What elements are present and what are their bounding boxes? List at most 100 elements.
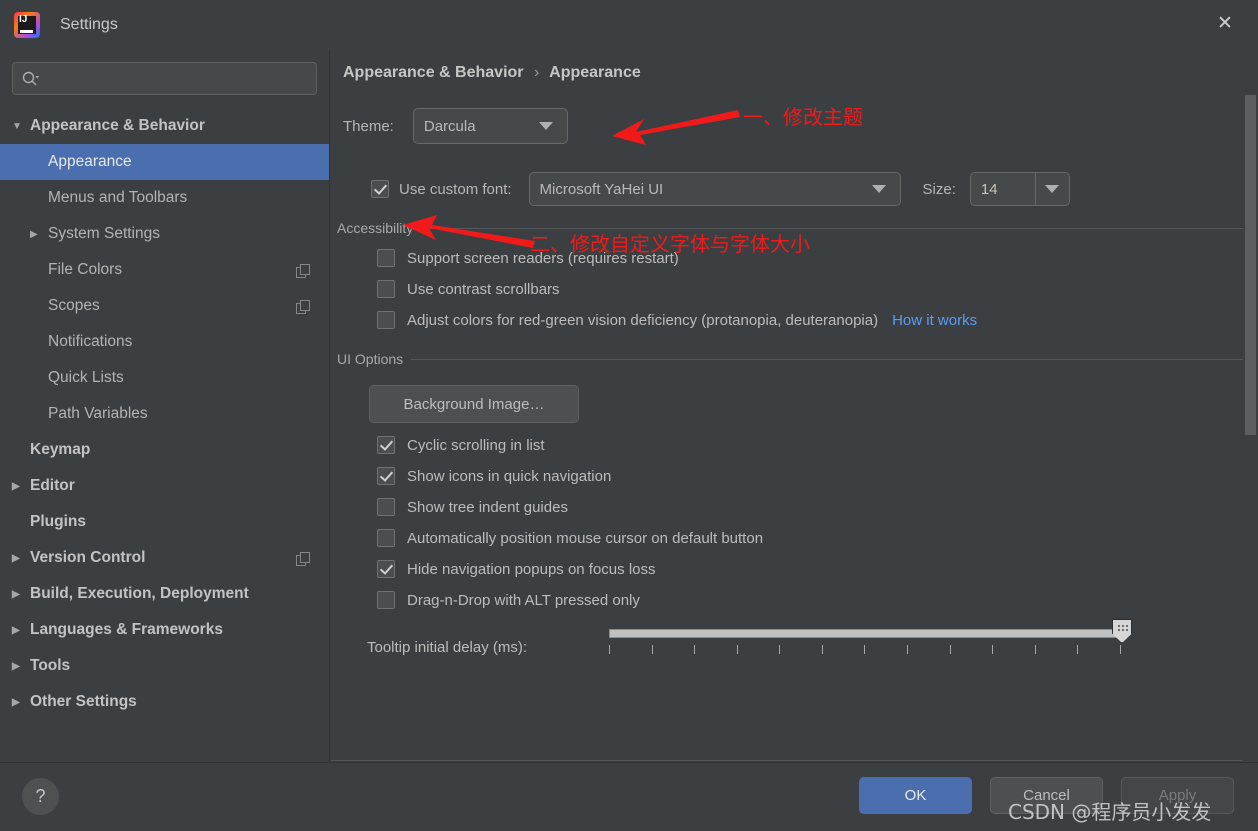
sidebar-item-label: System Settings (48, 225, 160, 242)
slider-tick (736, 645, 738, 654)
accessibility-option-row[interactable]: Use contrast scrollbars (377, 280, 1258, 298)
chevron-right-icon[interactable] (12, 481, 30, 492)
copy-icon[interactable] (296, 551, 310, 566)
ui-options-checkbox[interactable] (377, 529, 395, 547)
chevron-right-icon[interactable] (12, 661, 30, 672)
sidebar-item-languages-frameworks[interactable]: Languages & Frameworks (0, 612, 329, 648)
sidebar-item-other-settings[interactable]: Other Settings (0, 684, 329, 720)
how-it-works-link[interactable]: How it works (892, 312, 977, 329)
sidebar-item-label: File Colors (48, 261, 123, 278)
ui-options-checkbox[interactable] (377, 560, 395, 578)
settings-dialog: Settings ✕ Appearance & BehaviorAppearan… (0, 0, 1258, 831)
main-scrollbar-thumb[interactable] (1245, 95, 1256, 435)
ui-options-option-label: Hide navigation popups on focus loss (407, 560, 656, 578)
sidebar-item-label: Build, Execution, Deployment (30, 585, 249, 602)
chevron-right-icon[interactable] (12, 625, 30, 636)
breadcrumb-separator-icon: › (533, 64, 540, 81)
tooltip-delay-row: Tooltip initial delay (ms): (337, 619, 1258, 665)
ui-options-option-row[interactable]: Cyclic scrolling in list (377, 436, 1258, 454)
chevron-right-icon[interactable] (30, 229, 48, 240)
sidebar-item-appearance[interactable]: Appearance (0, 144, 329, 180)
cancel-button[interactable]: Cancel (990, 777, 1103, 814)
chevron-right-icon[interactable] (12, 553, 30, 564)
sidebar-item-system-settings[interactable]: System Settings (0, 216, 329, 252)
breadcrumb-leaf: Appearance (549, 64, 641, 81)
chevron-down-icon[interactable] (12, 121, 30, 132)
ui-options-option-row[interactable]: Show tree indent guides (377, 498, 1258, 516)
slider-tick (949, 645, 951, 654)
ui-options-option-label: Drag-n-Drop with ALT pressed only (407, 591, 640, 609)
chevron-right-icon[interactable] (12, 589, 30, 600)
main-scrollbar[interactable] (1243, 50, 1258, 762)
slider-tick (1077, 645, 1079, 654)
font-size-label: Size: (922, 180, 956, 198)
slider-tick (821, 645, 823, 654)
slider-tick (694, 645, 696, 654)
search-icon (22, 71, 39, 85)
ui-options-checkbox[interactable] (377, 591, 395, 609)
sidebar-item-label: Scopes (48, 297, 100, 314)
chevron-right-icon[interactable] (12, 697, 30, 708)
tooltip-delay-label: Tooltip initial delay (ms): (367, 639, 528, 656)
theme-row: Theme: Darcula (343, 108, 1258, 144)
use-custom-font-checkbox[interactable] (371, 180, 389, 198)
breadcrumb-root[interactable]: Appearance & Behavior (343, 64, 524, 81)
section-divider (411, 358, 1244, 360)
accessibility-checkbox[interactable] (377, 280, 395, 298)
sidebar-item-quick-lists[interactable]: Quick Lists (0, 360, 329, 396)
slider-tick (992, 645, 994, 654)
font-size-value: 14 (980, 180, 998, 198)
apply-button[interactable]: Apply (1121, 777, 1234, 814)
sidebar-item-scopes[interactable]: Scopes (0, 288, 329, 324)
tooltip-delay-slider-track[interactable] (609, 629, 1117, 638)
ui-options-option-row[interactable]: Hide navigation popups on focus loss (377, 560, 1258, 578)
ui-options-checkbox[interactable] (377, 498, 395, 516)
sidebar-item-plugins[interactable]: Plugins (0, 504, 329, 540)
copy-icon[interactable] (296, 299, 310, 314)
font-size-dropdown-button[interactable] (1034, 173, 1069, 205)
slider-tick (779, 645, 781, 654)
ui-options-option-row[interactable]: Drag-n-Drop with ALT pressed only (377, 591, 1258, 609)
slider-tick (609, 645, 610, 654)
sidebar-item-menus-and-toolbars[interactable]: Menus and Toolbars (0, 180, 329, 216)
ok-button[interactable]: OK (859, 777, 972, 814)
close-icon[interactable]: ✕ (1208, 8, 1242, 38)
question-mark-icon[interactable]: ? (22, 778, 59, 815)
sidebar-item-notifications[interactable]: Notifications (0, 324, 329, 360)
font-family-value: Microsoft YaHei UI (539, 180, 664, 198)
search-box[interactable] (12, 62, 317, 95)
slider-tick (1119, 645, 1121, 654)
main-bottom-divider (331, 760, 1258, 761)
ui-options-option-row[interactable]: Show icons in quick navigation (377, 467, 1258, 485)
font-family-select[interactable]: Microsoft YaHei UI (528, 172, 901, 206)
accessibility-option-row[interactable]: Adjust colors for red-green vision defic… (377, 311, 1258, 329)
sidebar-item-editor[interactable]: Editor (0, 468, 329, 504)
sidebar-item-tools[interactable]: Tools (0, 648, 329, 684)
sidebar-item-appearance-behavior[interactable]: Appearance & Behavior (0, 108, 329, 144)
accessibility-checkbox[interactable] (377, 311, 395, 329)
intellij-idea-logo-icon (14, 12, 40, 38)
font-size-select[interactable]: 14 (969, 172, 1070, 206)
accessibility-checkbox[interactable] (377, 249, 395, 267)
sidebar-item-keymap[interactable]: Keymap (0, 432, 329, 468)
custom-font-row: Use custom font: Microsoft YaHei UI Size… (371, 172, 1258, 206)
sidebar-item-file-colors[interactable]: File Colors (0, 252, 329, 288)
sidebar-item-path-variables[interactable]: Path Variables (0, 396, 329, 432)
theme-select[interactable]: Darcula (412, 108, 568, 144)
search-input[interactable] (43, 69, 308, 88)
sidebar-item-version-control[interactable]: Version Control (0, 540, 329, 576)
accessibility-option-row[interactable]: Support screen readers (requires restart… (377, 249, 1258, 267)
accessibility-section-title: Accessibility (337, 220, 414, 236)
settings-tree: Appearance & Behavior Appearance Menus and… (0, 108, 329, 720)
window-title: Settings (60, 16, 118, 33)
sidebar-item-build-execution-deployment[interactable]: Build, Execution, Deployment (0, 576, 329, 612)
ui-options-checkbox[interactable] (377, 436, 395, 454)
slider-tick (864, 645, 866, 654)
tooltip-delay-slider-thumb[interactable] (1112, 619, 1132, 643)
chevron-down-icon (871, 185, 886, 193)
ui-options-option-row[interactable]: Automatically position mouse cursor on d… (377, 529, 1258, 547)
background-image-button[interactable]: Background Image… (369, 385, 579, 423)
ui-options-checkbox[interactable] (377, 467, 395, 485)
sidebar-item-label: Other Settings (30, 693, 137, 710)
copy-icon[interactable] (296, 263, 310, 278)
